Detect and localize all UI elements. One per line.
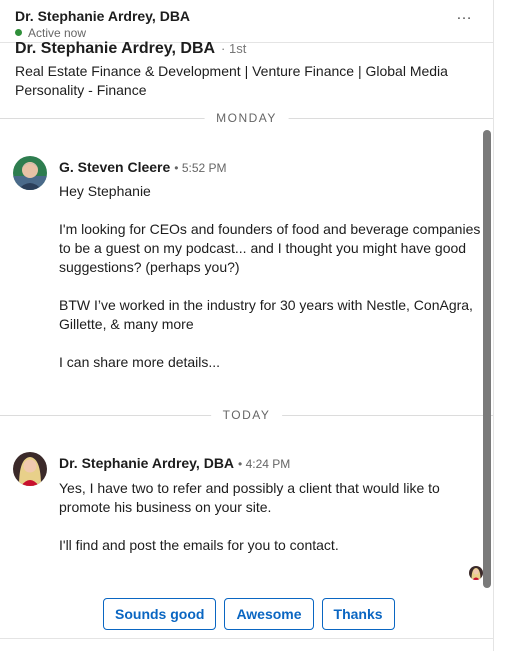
message-sender[interactable]: G. Steven Cleere [59, 159, 170, 175]
message-time: • 4:24 PM [238, 457, 291, 471]
quick-replies: Sounds good Awesome Thanks [103, 598, 395, 630]
online-dot-icon [15, 29, 22, 36]
read-receipt-avatar [469, 566, 483, 580]
profile-card: Dr. Stephanie Ardrey, DBA · 1st Real Esta… [0, 40, 493, 118]
conversation-header: Dr. Stephanie Ardrey, DBA Active now … [0, 0, 494, 43]
avatar-image [13, 156, 47, 190]
message-meta: G. Steven Cleere • 5:52 PM [59, 159, 227, 175]
header-contact-name[interactable]: Dr. Stephanie Ardrey, DBA [15, 8, 190, 24]
quick-reply-thanks[interactable]: Thanks [321, 598, 395, 630]
profile-headline: Real Estate Finance & Development | Vent… [15, 63, 448, 98]
message-paragraph: I can share more details... [59, 354, 221, 370]
day-divider-monday: MONDAY [0, 111, 493, 125]
message-time: • 5:52 PM [174, 161, 227, 175]
message-paragraph: I'll find and post the emails for you to… [59, 537, 339, 553]
message-body: Hey Stephanie I'm looking for CEOs and f… [59, 182, 489, 391]
presence-status: Active now [15, 26, 86, 40]
presence-status-text: Active now [28, 26, 87, 40]
avatar-image [13, 452, 47, 486]
avatar-stephanie-ardrey[interactable] [13, 452, 47, 486]
profile-name[interactable]: Dr. Stephanie Ardrey, DBA [15, 40, 215, 57]
message-meta: Dr. Stephanie Ardrey, DBA • 4:24 PM [59, 455, 290, 471]
day-label: MONDAY [204, 111, 289, 125]
message-paragraph: Yes, I have two to refer and possibly a … [59, 480, 440, 515]
message-sender[interactable]: Dr. Stephanie Ardrey, DBA [59, 455, 234, 471]
connection-degree: · 1st [221, 41, 247, 56]
composer-border [0, 638, 493, 639]
message-paragraph: I'm looking for CEOs and founders of foo… [59, 221, 481, 275]
avatar-g-steven-cleere[interactable] [13, 156, 47, 190]
read-receipt-icon [469, 566, 483, 580]
quick-reply-sounds-good[interactable]: Sounds good [103, 598, 217, 630]
message-paragraph: Hey Stephanie [59, 183, 151, 199]
scrollbar-thumb[interactable] [483, 130, 491, 588]
quick-reply-awesome[interactable]: Awesome [224, 598, 314, 630]
day-divider-today: TODAY [0, 408, 493, 422]
profile-name-row: Dr. Stephanie Ardrey, DBA · 1st [15, 40, 246, 58]
day-label: TODAY [210, 408, 283, 422]
more-options-icon[interactable]: … [456, 6, 473, 24]
message-paragraph: BTW I’ve worked in the industry for 30 y… [59, 297, 473, 332]
panel-border [493, 0, 494, 651]
message-body: Yes, I have two to refer and possibly a … [59, 479, 489, 574]
